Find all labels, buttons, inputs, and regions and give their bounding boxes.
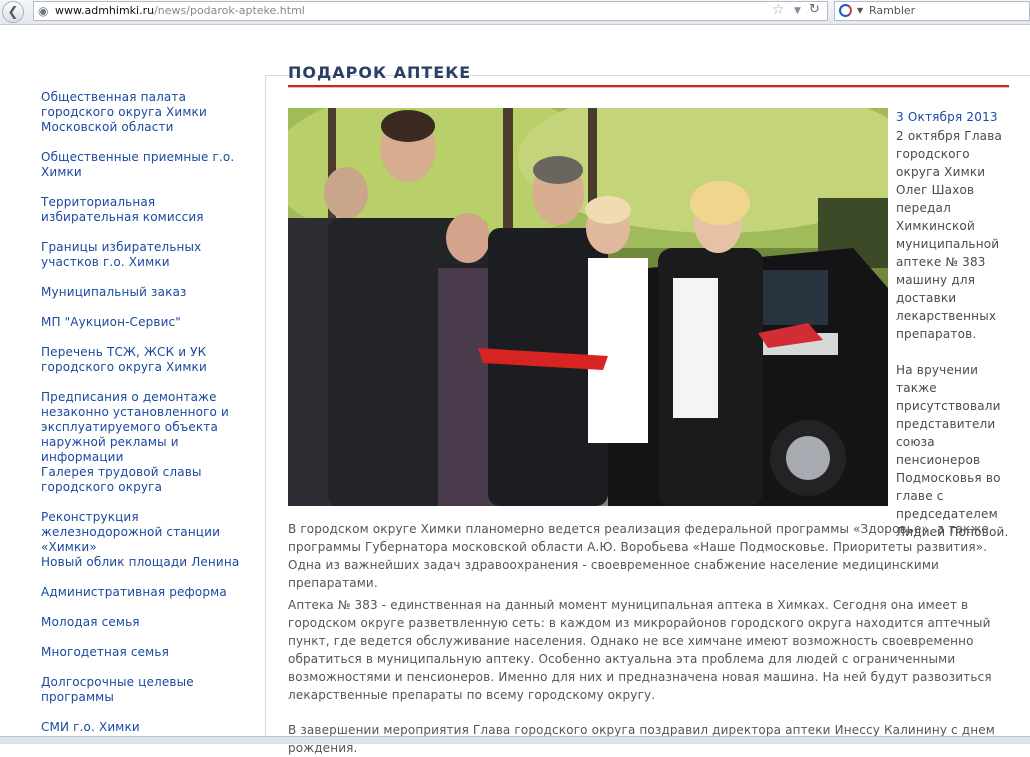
article-heading: ПОДАРОК АПТЕКЕ	[288, 63, 472, 82]
star-icon[interactable]: ☆	[772, 1, 785, 19]
article-paragraph: Аптека № 383 - единственная на данный мо…	[288, 598, 992, 702]
search-engine-label: Rambler	[869, 4, 916, 17]
sidebar-item-lenin-square[interactable]: Новый облик площади Ленина	[41, 555, 253, 570]
dropdown-icon[interactable]: ▼	[794, 2, 801, 20]
lead-paragraph: 2 октября Глава городского округа Химки …	[896, 129, 1003, 341]
sidebar-item-target-programs[interactable]: Долгосрочные целевые программы	[41, 675, 253, 705]
rambler-logo[interactable]	[839, 4, 852, 17]
sidebar-item-public-reception[interactable]: Общественные приемные г.о. Химки	[41, 150, 253, 180]
sidebar-item-election-commission[interactable]: Территориальная избирательная комиссия	[41, 195, 253, 225]
globe-icon: ◉	[38, 4, 49, 18]
heading-divider-shadow	[288, 87, 1009, 88]
sidebar-item-auction-service[interactable]: МП "Аукцион-Сервис"	[41, 315, 253, 330]
sidebar: Общественная палата городского округа Хи…	[0, 75, 266, 743]
url-domain: www.admhimki.ru	[55, 4, 155, 17]
browser-toolbar: ❮ ◉ www.admhimki.ru/news/podarok-apteke.…	[0, 0, 1030, 25]
sidebar-item-municipal-order[interactable]: Муниципальный заказ	[41, 285, 253, 300]
sidebar-item-admin-reform[interactable]: Административная реформа	[41, 585, 253, 600]
sidebar-item-public-chamber[interactable]: Общественная палата городского округа Хи…	[41, 90, 253, 135]
lead-paragraph: На вручении также присутствовали предста…	[896, 363, 1009, 539]
back-icon[interactable]: ❮	[2, 1, 24, 23]
sidebar-item-station-reconstruction[interactable]: Реконструкция железнодорожной станции «Х…	[41, 510, 253, 555]
sidebar-item-young-family[interactable]: Молодая семья	[41, 615, 253, 630]
reload-icon[interactable]: ↻	[809, 1, 820, 19]
sidebar-item-large-family[interactable]: Многодетная семья	[41, 645, 253, 660]
sidebar-item-election-boundaries[interactable]: Границы избирательных участков г.о. Химк…	[41, 240, 253, 270]
article-paragraph: В городском округе Химки планомерно веде…	[288, 522, 989, 590]
page-header	[0, 25, 1030, 76]
sidebar-item-dismantling-orders[interactable]: Предписания о демонтаже незаконно устано…	[41, 390, 253, 465]
sidebar-item-media[interactable]: СМИ г.о. Химки	[41, 720, 253, 735]
article-photo	[288, 108, 888, 506]
sidebar-item-labor-glory[interactable]: Галерея трудовой славы городского округа	[41, 465, 253, 495]
search-input[interactable]: ▼ Rambler	[834, 1, 1030, 21]
article-date: 3 Октября 2013	[896, 110, 998, 124]
url-path: /news/podarok-apteke.html	[154, 4, 305, 17]
address-bar[interactable]: ◉ www.admhimki.ru/news/podarok-apteke.ht…	[33, 1, 828, 21]
article-lead: 2 октября Глава городского округа Химки …	[896, 127, 1014, 541]
search-engine-dropdown-icon[interactable]: ▼	[857, 2, 863, 20]
url-text: www.admhimki.ru/news/podarok-apteke.html	[55, 2, 305, 20]
sidebar-item-hoa-list[interactable]: Перечень ТСЖ, ЖСК и УК городского округа…	[41, 345, 253, 375]
